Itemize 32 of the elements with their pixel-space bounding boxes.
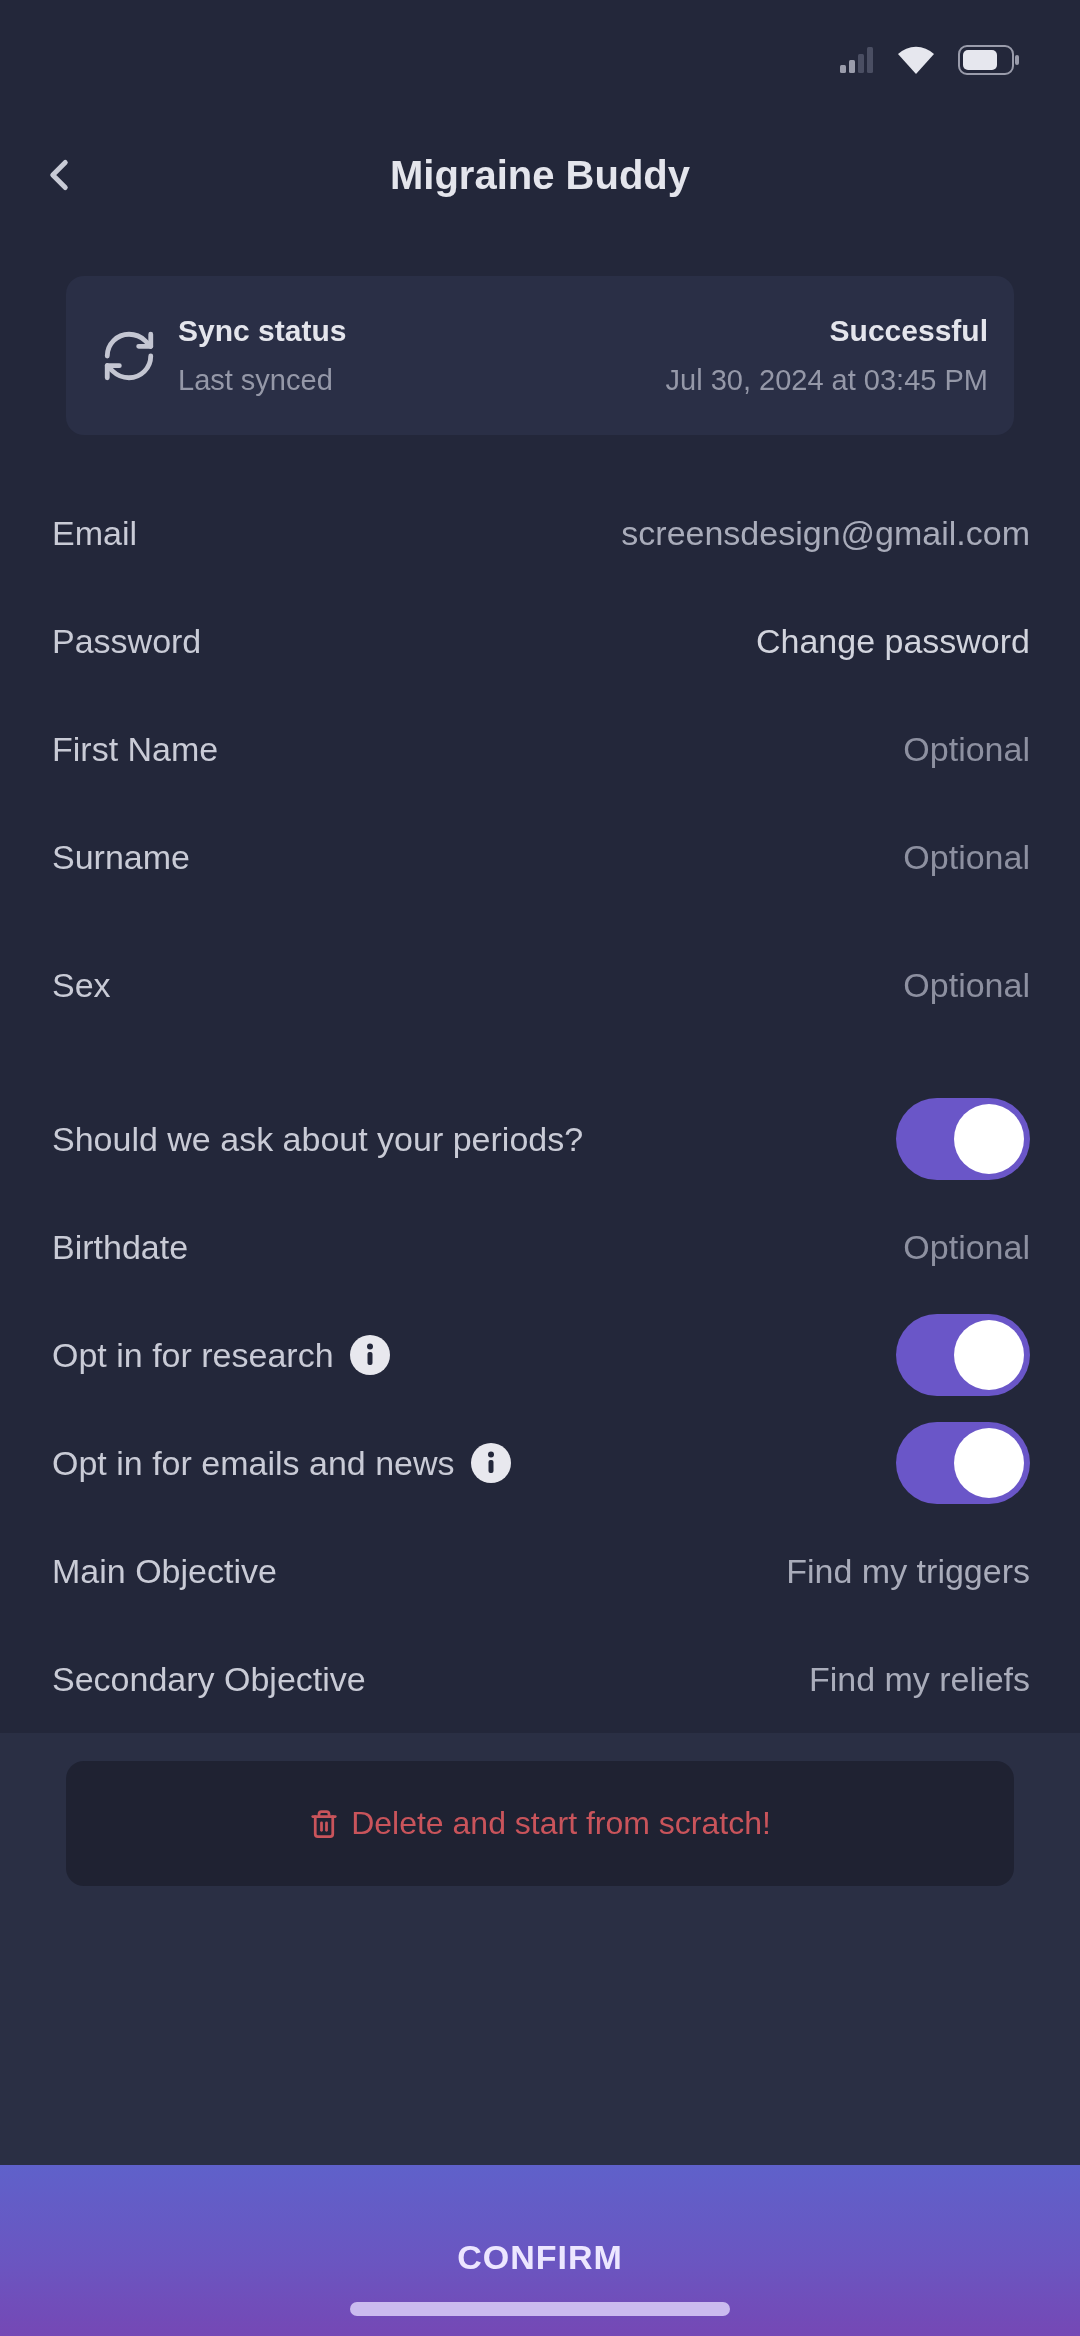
setting-link[interactable]: Change password (755, 621, 1030, 661)
select-field[interactable]: Optional (878, 965, 1030, 1005)
sync-title: Sync status (178, 314, 347, 348)
battery-icon (958, 45, 1020, 75)
setting-value: Find my reliefs (808, 1659, 1030, 1699)
screen-title: Migraine Buddy (390, 152, 690, 198)
wifi-icon (898, 46, 934, 74)
signal-icon (840, 47, 874, 73)
input-field[interactable]: Optional (878, 729, 1030, 769)
setting-label: Birthdate (52, 1227, 189, 1267)
delete-button[interactable]: Delete and start from scratch! (66, 1761, 1014, 1886)
setting-value: Find my triggers (786, 1551, 1030, 1591)
setting-label: Opt in for emails and news (52, 1443, 455, 1483)
sync-subtitle: Last synced (178, 364, 333, 397)
confirm-button[interactable]: CONFIRM (0, 2165, 1080, 2336)
sync-timestamp: Jul 30, 2024 at 03:45 PM (665, 364, 988, 397)
setting-label: Password (52, 621, 202, 661)
input-field[interactable]: Optional (878, 837, 1030, 877)
input-field[interactable]: Optional (878, 1227, 1030, 1267)
setting-label: Should we ask about your periods? (52, 1119, 584, 1159)
setting-label: Opt in for research (52, 1335, 334, 1375)
setting-label: Email (52, 513, 138, 553)
info-icon[interactable] (470, 1443, 511, 1483)
trash-icon (309, 1808, 340, 1839)
setting-value: screensdesign@gmail.com (621, 513, 1030, 553)
setting-label: Main Objective (52, 1551, 277, 1591)
setting-label: Surname (52, 837, 190, 877)
setting-label: First Name (52, 729, 219, 769)
setting-label: Sex (52, 965, 111, 1005)
sync-status: Successful (829, 314, 988, 348)
setting-label: Secondary Objective (52, 1659, 366, 1699)
info-icon[interactable] (349, 1335, 390, 1375)
